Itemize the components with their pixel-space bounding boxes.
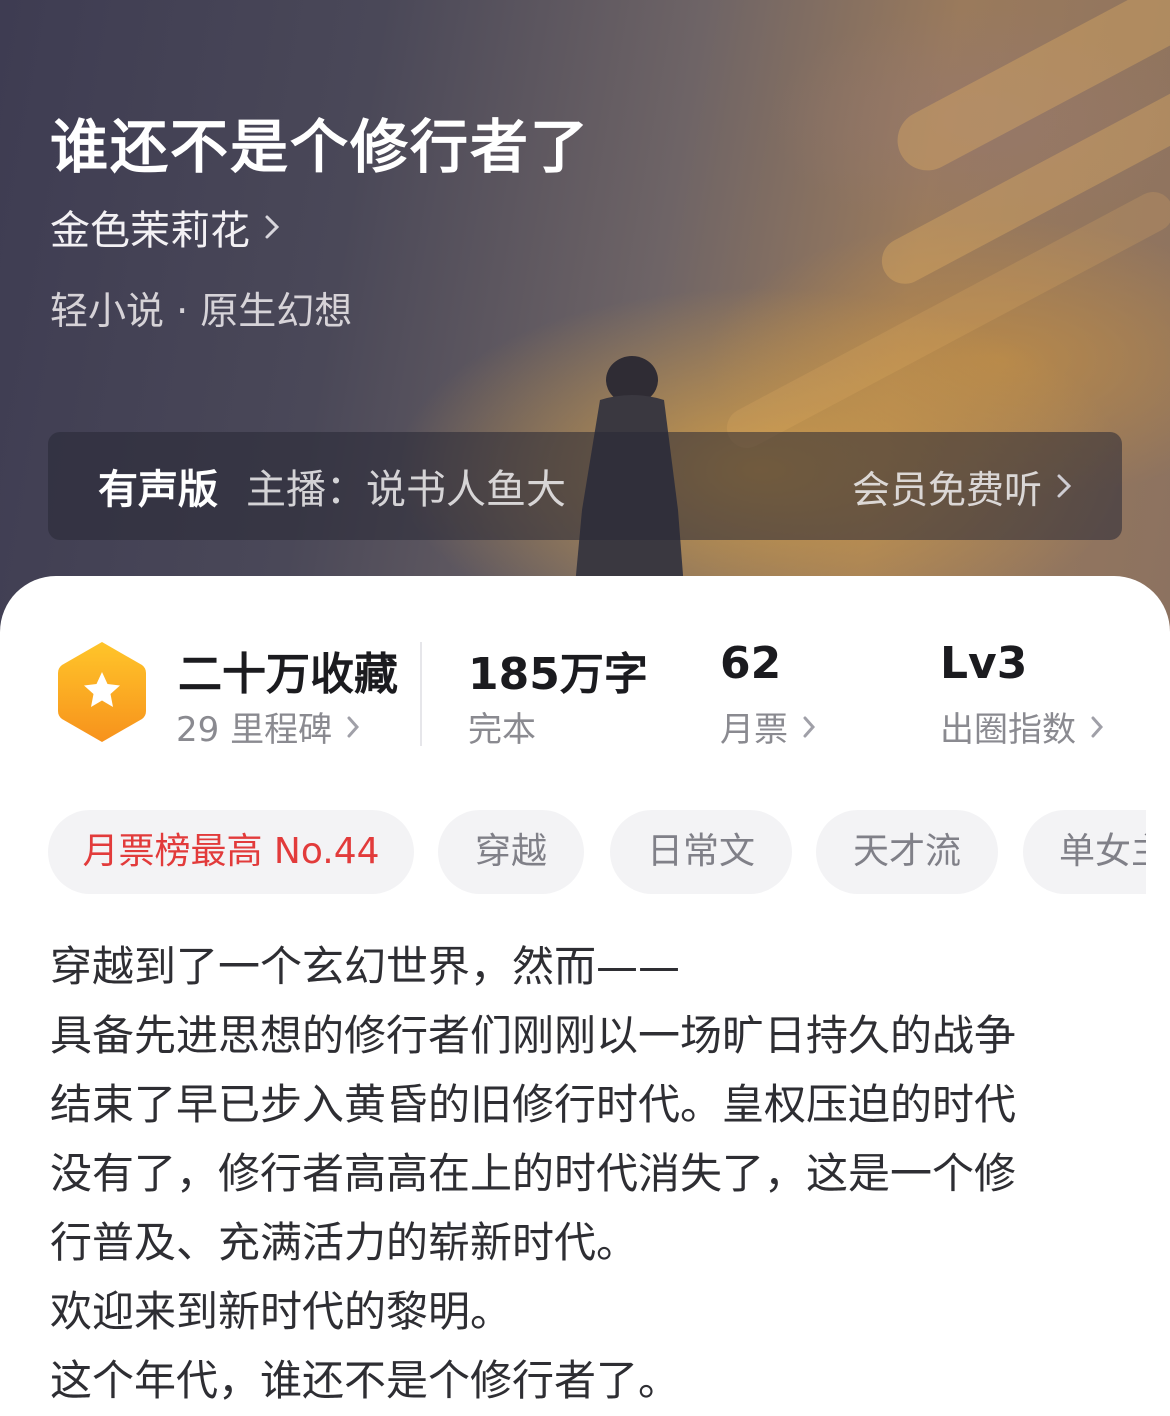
description-line: 行普及、充满活力的崭新时代。 bbox=[50, 1218, 639, 1267]
stats-row: 二十万收藏 29 里程碑 185万字 完本 62 月票 Lv3 出圈指数 bbox=[0, 638, 1170, 768]
tag-item[interactable]: 日常文 bbox=[610, 810, 792, 894]
milestone-label: 29 里程碑 bbox=[176, 710, 333, 750]
description-line: 穿越到了一个玄幻世界，然而—— bbox=[50, 942, 681, 991]
popularity-index-link[interactable]: 出圈指数 bbox=[940, 702, 1104, 751]
word-count: 185万字 bbox=[468, 649, 648, 700]
milestone-link[interactable]: 29 里程碑 bbox=[176, 702, 360, 751]
level-value: Lv3 bbox=[940, 638, 1028, 689]
tag-list: 月票榜最高 No.44 穿越 日常文 天才流 单女主 bbox=[48, 810, 1146, 894]
description-line: 结束了早已步入黄昏的旧修行时代。皇权压迫的时代 bbox=[50, 1080, 1017, 1129]
chevron-right-icon bbox=[347, 716, 360, 737]
cover-hero: 谁还不是个修行者了 金色茉莉花 轻小说 · 原生幻想 有声版 主播：说书人鱼大 … bbox=[0, 0, 1170, 640]
author-name: 金色茉莉花 bbox=[50, 208, 250, 254]
tag-item[interactable]: 穿越 bbox=[438, 810, 584, 894]
popularity-index-label: 出圈指数 bbox=[940, 710, 1076, 750]
tag-item[interactable]: 单女主 bbox=[1023, 810, 1146, 894]
listen-free-button[interactable]: 会员免费听 bbox=[852, 459, 1072, 514]
description-line: 欢迎来到新时代的黎明。 bbox=[50, 1287, 513, 1336]
description-line: 这个年代，谁还不是个修行者了。 bbox=[50, 1356, 681, 1405]
chevron-right-icon bbox=[1091, 716, 1104, 737]
book-description: 穿越到了一个玄幻世界，然而—— 具备先进思想的修行者们刚刚以一场旷日持久的战争 … bbox=[50, 932, 1130, 1415]
genre-text: 轻小说 · 原生幻想 bbox=[50, 289, 353, 333]
listen-free-label: 会员免费听 bbox=[851, 467, 1042, 512]
description-line: 具备先进思想的修行者们刚刚以一场旷日持久的战争 bbox=[50, 1011, 1017, 1060]
collection-count: 二十万收藏 bbox=[178, 649, 398, 700]
completion-label: 完本 bbox=[468, 710, 536, 750]
monthly-ticket-count: 62 bbox=[720, 638, 782, 689]
star-badge-icon bbox=[58, 642, 146, 742]
audio-version-bar[interactable]: 有声版 主播：说书人鱼大 会员免费听 bbox=[48, 432, 1122, 540]
audio-label: 有声版 bbox=[98, 467, 218, 513]
tag-rank[interactable]: 月票榜最高 No.44 bbox=[48, 810, 414, 894]
chevron-right-icon bbox=[803, 716, 816, 737]
monthly-ticket-link[interactable]: 月票 bbox=[720, 702, 816, 751]
stats-divider bbox=[420, 642, 422, 746]
book-title: 谁还不是个修行者了 bbox=[50, 113, 591, 181]
chevron-right-icon bbox=[1057, 474, 1072, 498]
completion-status: 完本 bbox=[468, 702, 536, 751]
author-link[interactable]: 金色茉莉花 bbox=[50, 198, 280, 256]
monthly-ticket-label: 月票 bbox=[720, 710, 788, 750]
audio-host: 主播：说书人鱼大 bbox=[246, 467, 566, 513]
description-line: 没有了，修行者高高在上的时代消失了，这是一个修 bbox=[50, 1149, 1017, 1198]
tag-item[interactable]: 天才流 bbox=[816, 810, 998, 894]
chevron-right-icon bbox=[265, 215, 280, 239]
detail-sheet: 二十万收藏 29 里程碑 185万字 完本 62 月票 Lv3 出圈指数 月票榜… bbox=[0, 576, 1170, 1416]
